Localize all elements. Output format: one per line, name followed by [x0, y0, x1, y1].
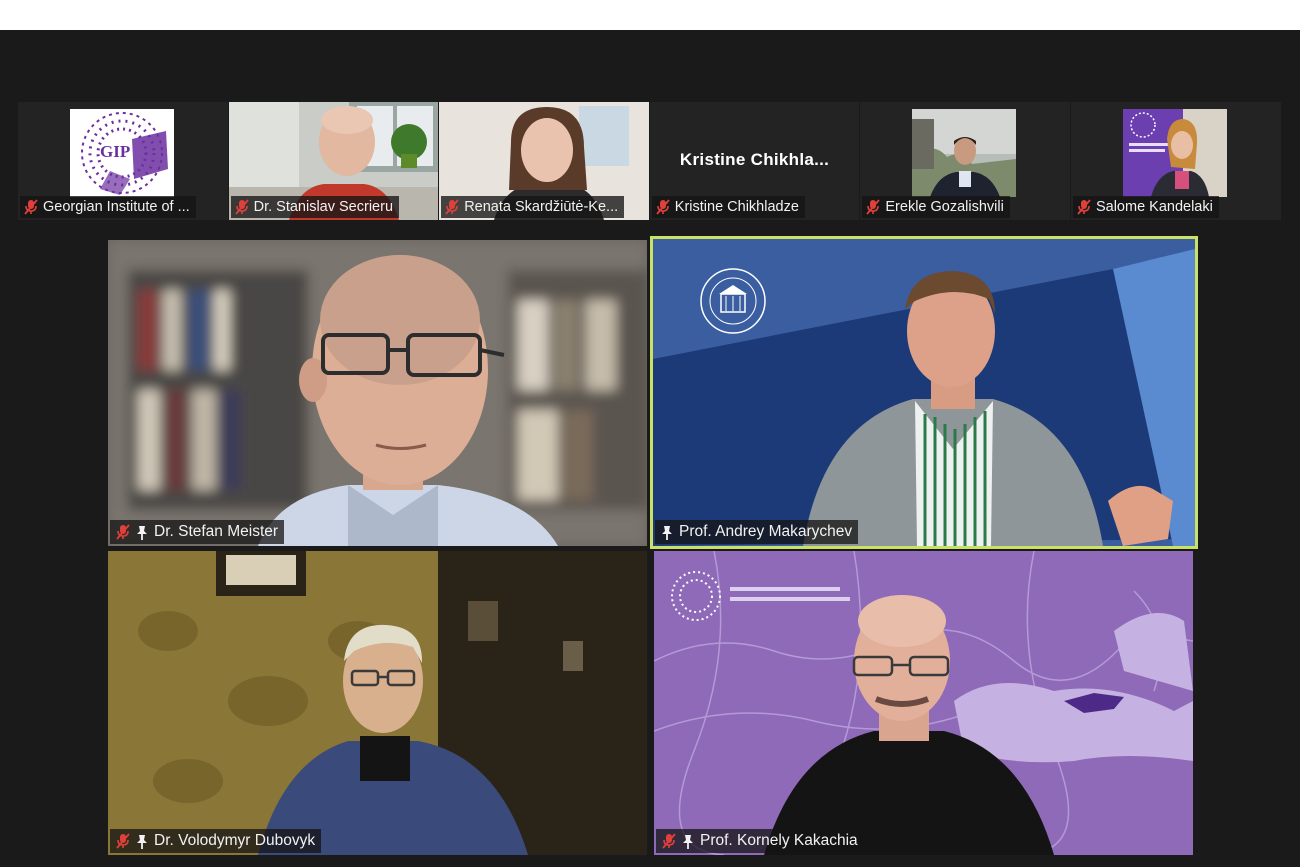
video-feed — [912, 109, 1017, 197]
tile-name-tag: Dr. Stefan Meister — [110, 520, 285, 544]
participant-name: Kristine Chikhladze — [674, 199, 799, 215]
thumbnail-renata-skardziute[interactable]: Renata Skardžiūtė-Ke... — [439, 102, 650, 220]
thumbnail-name-tag: Salome Kandelaki — [1072, 196, 1219, 218]
participant-name: Prof. Andrey Makarychev — [679, 523, 853, 540]
video-tile-volodymyr-dubovyk[interactable]: Dr. Volodymyr Dubovyk — [108, 551, 647, 855]
gip-logo-text: GIP — [100, 142, 130, 161]
thumbnail-stanislav-secrieru[interactable]: Dr. Stanislav Secrieru — [228, 102, 440, 220]
video-feed — [654, 551, 1193, 855]
thumbnail-kristine-chikhladze[interactable]: Kristine Chikhla... Kristine Chikhladze — [649, 102, 861, 220]
participant-name: Salome Kandelaki — [1095, 199, 1213, 215]
participant-name: Dr. Stefan Meister — [154, 523, 279, 540]
mic-muted-icon — [1077, 199, 1091, 215]
thumbnail-salome-kandelaki[interactable]: Salome Kandelaki — [1070, 102, 1282, 220]
pin-icon — [137, 834, 147, 849]
thumbnail-name-tag: Erekle Gozalishvili — [862, 196, 1010, 218]
participant-name: Prof. Kornely Kakachia — [700, 832, 858, 849]
video-feed — [108, 240, 647, 546]
mic-muted-icon — [866, 199, 881, 215]
thumbnail-name-tag: Kristine Chikhladze — [651, 196, 805, 218]
video-tile-kornely-kakachia[interactable]: Prof. Kornely Kakachia — [654, 551, 1193, 855]
mic-muted-icon — [662, 833, 676, 849]
thumbnail-name-tag: Dr. Stanislav Secrieru — [230, 196, 400, 218]
participant-name: Renata Skardžiūtė-Ke... — [464, 199, 619, 215]
pin-icon — [683, 834, 693, 849]
thumbnail-name-tag: Renata Skardžiūtė-Ke... — [441, 196, 625, 218]
participant-strip: GIP Georgian Institute of ... Dr. Stanis… — [18, 102, 1282, 220]
participant-display-name: Kristine Chikhla... — [679, 150, 830, 169]
top-bar — [0, 0, 1300, 30]
pin-icon — [662, 525, 672, 540]
video-feed — [653, 239, 1195, 546]
mic-muted-icon — [116, 524, 130, 540]
gip-logo: GIP — [70, 109, 174, 197]
mic-muted-icon — [445, 199, 459, 215]
video-tile-stefan-meister[interactable]: Dr. Stefan Meister — [108, 240, 647, 546]
participant-name: Dr. Stanislav Secrieru — [253, 199, 394, 215]
thumbnail-erekle-gozalishvili[interactable]: Erekle Gozalishvili — [860, 102, 1071, 220]
video-feed — [108, 551, 647, 855]
mic-muted-icon — [656, 199, 670, 215]
video-feed — [1122, 109, 1227, 197]
pin-icon — [137, 525, 147, 540]
thumbnail-name-tag: Georgian Institute of ... — [20, 196, 196, 218]
mic-muted-icon — [116, 833, 130, 849]
video-tile-andrey-makarychev[interactable]: Prof. Andrey Makarychev — [650, 236, 1198, 549]
participant-name: Erekle Gozalishvili — [885, 199, 1004, 215]
participant-name: Dr. Volodymyr Dubovyk — [154, 832, 316, 849]
participant-name: Georgian Institute of ... — [43, 199, 190, 215]
tile-name-tag: Prof. Kornely Kakachia — [656, 829, 864, 853]
tile-name-tag: Prof. Andrey Makarychev — [655, 520, 859, 544]
mic-muted-icon — [234, 199, 249, 215]
mic-muted-icon — [24, 199, 38, 215]
tile-name-tag: Dr. Volodymyr Dubovyk — [110, 829, 322, 853]
thumbnail-georgian-institute[interactable]: GIP Georgian Institute of ... — [18, 102, 229, 220]
